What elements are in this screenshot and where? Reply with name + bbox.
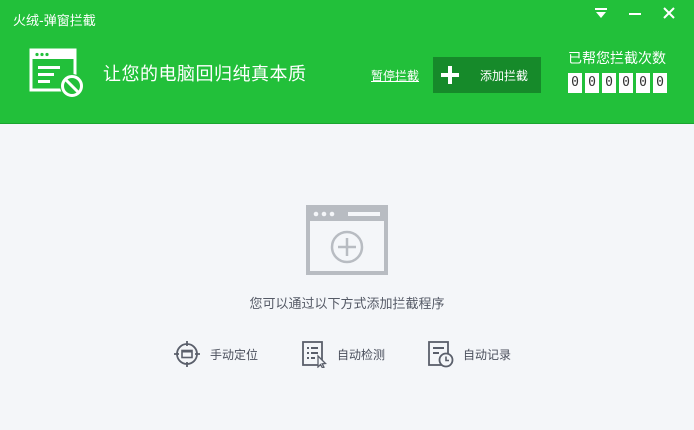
counter-digit: 0 xyxy=(585,73,599,93)
manual-locate-option[interactable]: 手动定位 xyxy=(173,340,258,368)
add-blocking-label: 添加拦截 xyxy=(480,68,529,83)
close-icon xyxy=(663,7,675,19)
document-clock-icon xyxy=(428,341,454,368)
manual-locate-label: 手动定位 xyxy=(210,347,259,362)
pause-blocking-link[interactable]: 暂停拦截 xyxy=(371,68,419,84)
window-controls xyxy=(584,2,686,24)
plus-icon xyxy=(441,66,459,84)
close-button[interactable] xyxy=(652,2,686,24)
counter-digit: 0 xyxy=(619,73,633,93)
header-banner: 火绒-弹窗拦截 让您的电脑回归纯真本质 暂停拦截 添加拦截 已帮您拦截次数 0 … xyxy=(0,0,694,124)
auto-record-label: 自动记录 xyxy=(463,347,512,362)
popup-block-icon xyxy=(29,48,84,98)
minimize-button[interactable] xyxy=(618,2,652,24)
slogan-text: 让您的电脑回归纯真本质 xyxy=(103,64,307,85)
menu-button[interactable] xyxy=(584,2,618,24)
auto-detect-option[interactable]: 自动检测 xyxy=(300,340,385,368)
window-title: 火绒-弹窗拦截 xyxy=(13,14,96,29)
block-counter: 0 0 0 0 0 0 xyxy=(568,73,670,93)
dropdown-menu-icon xyxy=(595,8,607,18)
crosshair-icon xyxy=(174,341,200,367)
counter-digit: 0 xyxy=(602,73,616,93)
checklist-cursor-icon xyxy=(302,341,327,368)
add-method-hint: 您可以通过以下方式添加拦截程序 xyxy=(249,297,445,312)
auto-detect-label: 自动检测 xyxy=(337,347,386,362)
auto-record-option[interactable]: 自动记录 xyxy=(426,340,511,368)
minimize-icon xyxy=(629,13,641,15)
counter-digit: 0 xyxy=(636,73,650,93)
counter-digit: 0 xyxy=(568,73,582,93)
block-count-label: 已帮您拦截次数 xyxy=(568,51,666,67)
counter-digit: 0 xyxy=(653,73,667,93)
add-window-icon xyxy=(306,205,388,275)
add-blocking-button[interactable]: 添加拦截 xyxy=(433,57,541,93)
